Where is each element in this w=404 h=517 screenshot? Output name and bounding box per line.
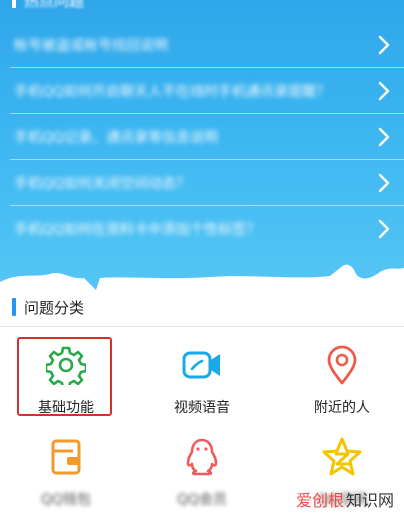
hot-question-text: 手机QQ如何关闭空间动态？ (14, 176, 191, 192)
hot-question-item[interactable]: 帐号被盗或帐号找回说明 (0, 22, 404, 68)
category-vip[interactable]: QQ会员 (154, 437, 250, 517)
category-nearby-people[interactable]: 附近的人 (294, 345, 390, 425)
hot-questions-panel: 热点问题 帐号被盗或帐号找回说明 手机QQ如何开启聊天人不在线时手机通讯录提醒？… (0, 0, 404, 290)
hot-question-text: 帐号被盗或帐号找回说明 (14, 38, 168, 54)
hot-question-item[interactable]: 手机QQ记录、通讯录等信息说明 (0, 114, 404, 160)
chevron-right-icon (378, 35, 390, 55)
divider (0, 326, 404, 327)
location-pin-icon (327, 345, 357, 385)
hot-question-text: 手机QQ如何在资料卡中添加个性标签？ (14, 222, 261, 238)
hot-question-text: 手机QQ记录、通讯录等信息说明 (14, 130, 219, 146)
category-wallet[interactable]: QQ钱包 (18, 437, 114, 517)
wave-decoration (0, 264, 404, 290)
hot-question-item[interactable]: 手机QQ如何在资料卡中添加个性标签？ (0, 206, 404, 252)
video-camera-icon (182, 351, 220, 379)
penguin-icon (186, 438, 218, 476)
category-label: QQ钱包 (40, 492, 92, 508)
hot-question-text: 手机QQ如何开启聊天人不在线时手机通讯录提醒？ (14, 84, 331, 100)
watermark-brand: 爱创根 (295, 491, 344, 510)
hot-questions-header: 热点问题 (12, 0, 84, 10)
categories-header: 问题分类 (12, 296, 84, 318)
category-label: QQ会员 (176, 492, 228, 508)
watermark: 爱创根 知识网 (296, 487, 394, 511)
hot-question-item[interactable]: 手机QQ如何关闭空间动态？ (0, 160, 404, 206)
watermark-site: 知识网 (345, 491, 394, 510)
hot-question-item[interactable]: 手机QQ如何开启聊天人不在线时手机通讯录提醒？ (0, 68, 404, 114)
selection-highlight (17, 337, 112, 416)
chevron-right-icon (378, 219, 390, 239)
wallet-icon (51, 439, 81, 475)
category-label: 视频语音 (174, 400, 230, 416)
category-label: 附近的人 (314, 400, 370, 416)
chevron-right-icon (378, 81, 390, 101)
hot-questions-title: 热点问题 (24, 0, 85, 10)
section-marker (12, 0, 16, 8)
categories-title: 问题分类 (24, 298, 85, 317)
star-z-icon (322, 437, 362, 476)
chevron-right-icon (378, 127, 390, 147)
category-video-voice[interactable]: 视频语音 (154, 345, 250, 425)
chevron-right-icon (378, 173, 390, 193)
section-marker (12, 298, 16, 316)
